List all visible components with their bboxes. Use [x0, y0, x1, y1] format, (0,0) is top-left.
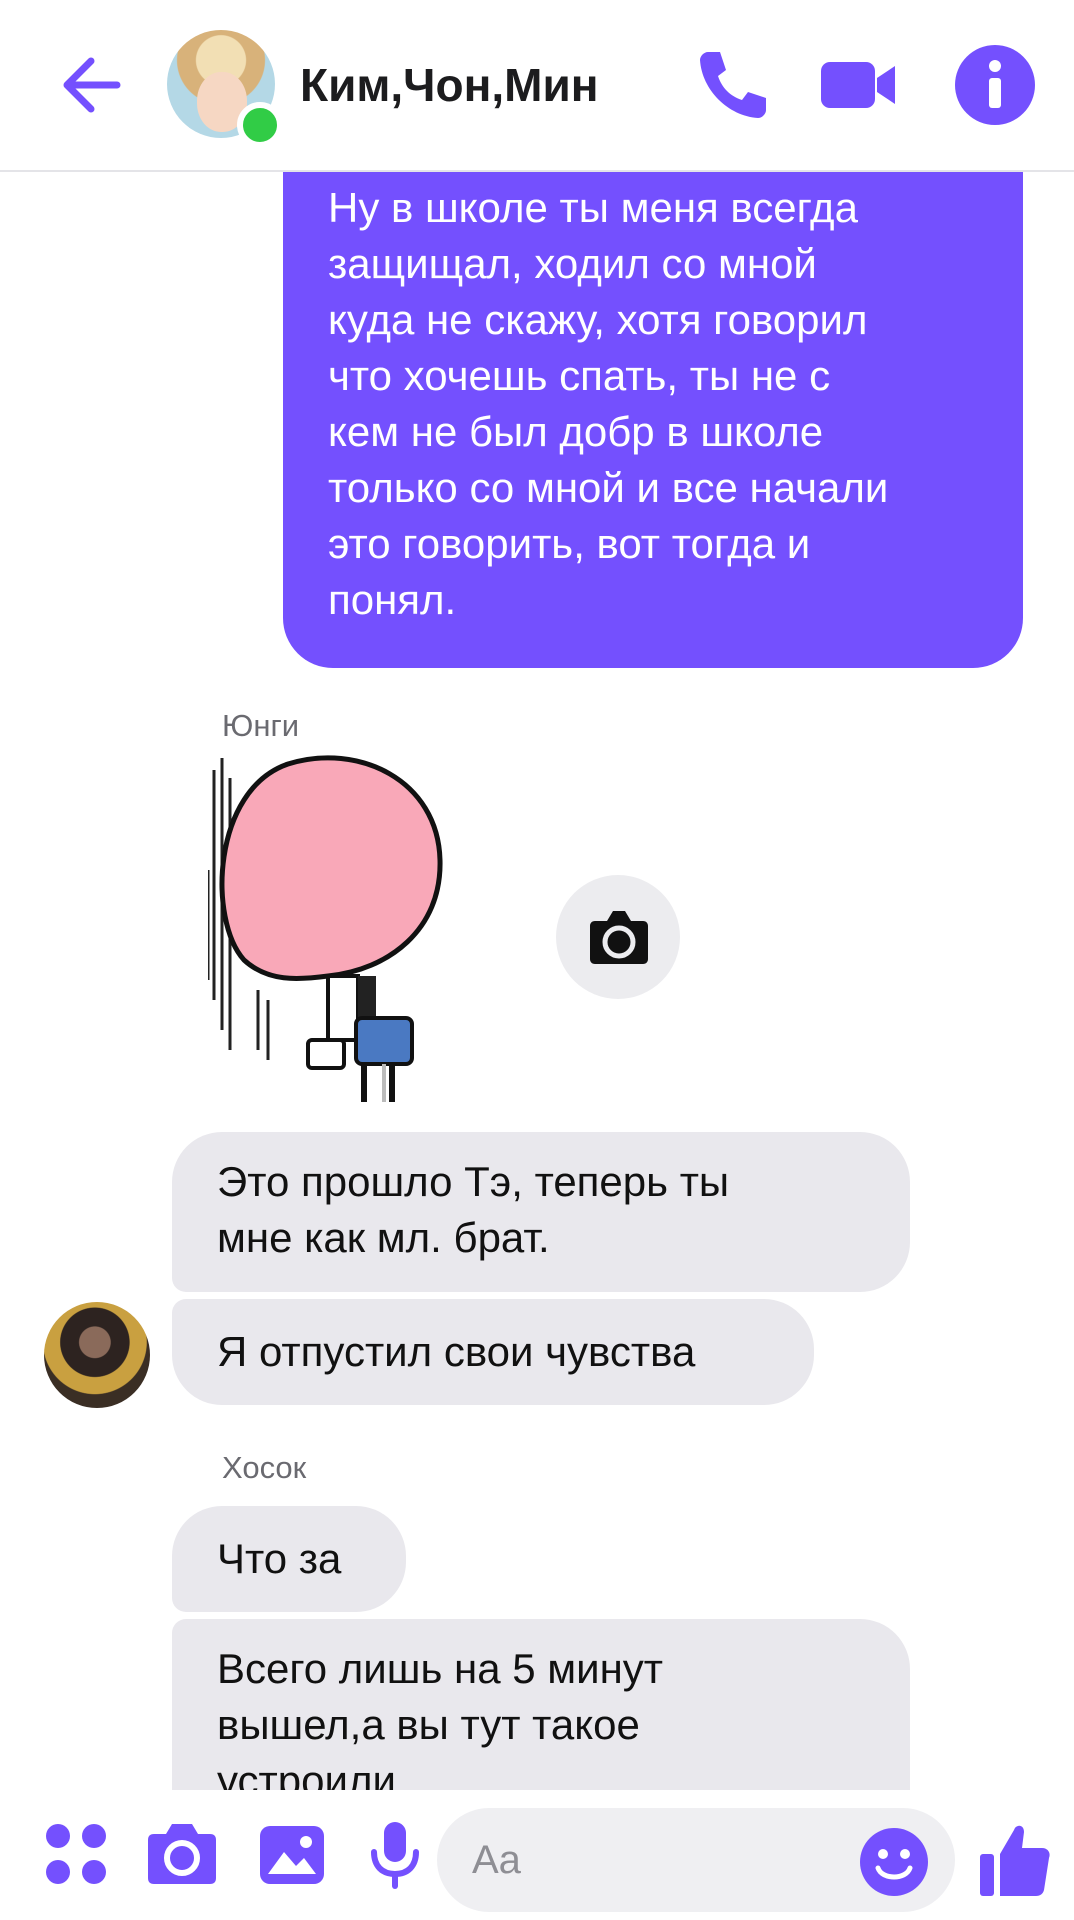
chat-title[interactable]: Ким,Чон,Мин	[300, 50, 599, 120]
outgoing-message[interactable]: Ну в школе ты меня всегда защищал, ходил…	[283, 172, 1023, 668]
incoming-message[interactable]: Это прошло Тэ, теперь ты мне как мл. бра…	[172, 1132, 910, 1292]
sender-name: Хосок	[222, 1450, 307, 1485]
video-call-icon[interactable]	[815, 42, 901, 128]
group-avatar[interactable]	[167, 30, 283, 148]
message-composer	[0, 1790, 1074, 1920]
emoji-icon[interactable]	[858, 1826, 930, 1898]
message-list[interactable]: Ну в школе ты меня всегда защищал, ходил…	[0, 172, 1074, 1790]
sender-avatar[interactable]	[44, 1302, 150, 1408]
chat-header: Ким,Чон,Мин	[0, 0, 1074, 172]
camera-icon	[590, 911, 648, 964]
incoming-message[interactable]: Что за	[172, 1506, 406, 1612]
back-arrow-icon[interactable]	[55, 45, 135, 125]
incoming-message[interactable]: Всего лишь на 5 минут вышел,а вы тут так…	[172, 1619, 910, 1790]
online-status-dot	[237, 102, 283, 148]
incoming-message[interactable]: Я отпустил свои чувства	[172, 1299, 814, 1405]
image-icon[interactable]	[256, 1818, 328, 1890]
save-sticker-button[interactable]	[556, 875, 680, 999]
phone-icon[interactable]	[688, 42, 774, 128]
sticker-image[interactable]	[208, 750, 478, 1110]
menu-dots-icon[interactable]	[40, 1818, 112, 1890]
sender-name: Юнги	[222, 708, 300, 743]
thumbs-up-icon[interactable]	[978, 1820, 1052, 1898]
mic-icon[interactable]	[358, 1818, 430, 1890]
info-icon[interactable]	[952, 42, 1038, 128]
camera-icon[interactable]	[146, 1818, 218, 1890]
